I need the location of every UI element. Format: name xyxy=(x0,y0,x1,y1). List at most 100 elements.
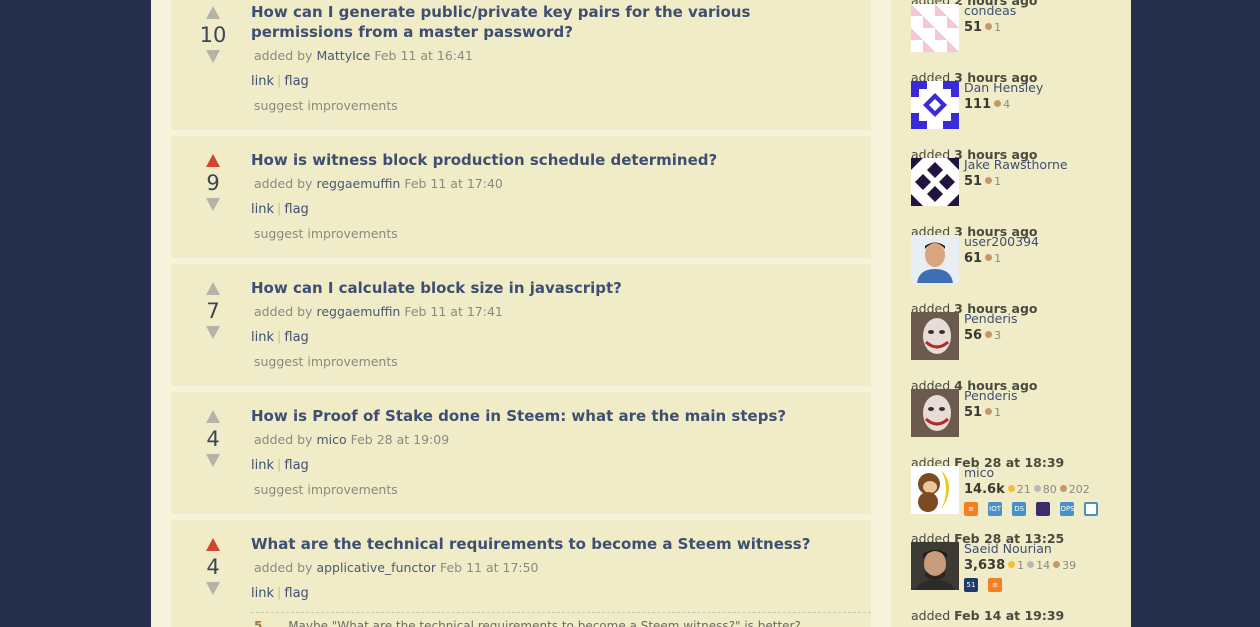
reputation: 51 1 xyxy=(964,20,1002,35)
upvote-arrow-icon[interactable] xyxy=(206,538,220,551)
link-action[interactable]: link xyxy=(251,586,274,601)
bronze-badge-icon xyxy=(985,254,993,261)
link-action[interactable]: link xyxy=(251,202,274,217)
question-title[interactable]: How is witness block production schedule… xyxy=(251,150,851,170)
identicon-avatar xyxy=(911,4,959,52)
avatar[interactable] xyxy=(911,235,959,283)
user-name[interactable]: Penderis xyxy=(964,388,1017,403)
action-links: link | flag xyxy=(251,202,309,217)
user-name[interactable]: condeas xyxy=(964,3,1016,18)
ds-site-icon[interactable]: DS xyxy=(1012,501,1027,516)
downvote-arrow-icon[interactable] xyxy=(206,326,220,339)
link-action[interactable]: link xyxy=(251,330,274,345)
question-card: 7 How can I calculate block size in java… xyxy=(171,264,871,386)
vote-count: 4 xyxy=(206,427,220,451)
user-name[interactable]: Saeid Nourian xyxy=(964,541,1052,556)
chat-bubble-icon[interactable] xyxy=(1084,501,1099,516)
stackoverflow-icon[interactable]: ≡ xyxy=(964,501,978,516)
sidebar-entry: added 3 hours ago Dan Hensley 111 4 xyxy=(911,70,1111,129)
reputation: 51 1 xyxy=(964,174,1002,189)
downvote-arrow-icon[interactable] xyxy=(206,198,220,211)
suggest-improvements-link[interactable]: suggest improvements xyxy=(254,482,398,497)
user-photo-avatar xyxy=(911,235,959,283)
flag-action[interactable]: flag xyxy=(284,330,308,345)
identicon-avatar xyxy=(911,158,959,206)
user-name[interactable]: Jake Rawsthorne xyxy=(964,157,1068,172)
reputation: 14.6k 21 80 202 xyxy=(964,482,1090,497)
user-name[interactable]: user200394 xyxy=(964,234,1039,249)
upvote-arrow-icon[interactable] xyxy=(206,6,220,19)
question-card: 4 What are the technical requirements to… xyxy=(171,520,871,627)
purple-site-icon[interactable] xyxy=(1036,501,1051,516)
author-link[interactable]: mico xyxy=(316,432,346,447)
avatar[interactable] xyxy=(911,158,959,206)
avatar[interactable] xyxy=(911,389,959,437)
action-links: link | flag xyxy=(251,330,309,345)
timestamp: Feb 11 at 17:40 xyxy=(404,176,503,191)
flag-action[interactable]: flag xyxy=(284,458,308,473)
vote-cell: 4 xyxy=(197,410,229,467)
sidebar-entry: added Feb 28 at 13:25 Saeid Nourian 3,63… xyxy=(911,531,1111,592)
added-line: added Feb 14 at 19:39 xyxy=(911,608,1065,623)
vote-count: 10 xyxy=(199,23,227,47)
added-by-label: added by xyxy=(254,560,313,575)
comment-score: 5 xyxy=(254,619,263,627)
question-title[interactable]: How can I calculate block size in javasc… xyxy=(251,278,851,298)
question-card: 4 How is Proof of Stake done in Steem: w… xyxy=(171,392,871,514)
downvote-arrow-icon[interactable] xyxy=(206,582,220,595)
suggest-improvements-link[interactable]: suggest improvements xyxy=(254,226,398,241)
link-action[interactable]: link xyxy=(251,74,274,89)
user-name[interactable]: Dan Hensley xyxy=(964,80,1043,95)
downvote-arrow-icon[interactable] xyxy=(206,454,220,467)
gold-badge-icon xyxy=(1008,561,1016,568)
action-links: link | flag xyxy=(251,74,309,89)
bronze-badge-icon xyxy=(994,100,1002,107)
user-name[interactable]: mico xyxy=(964,465,994,480)
area51-site-icon[interactable]: 51 xyxy=(964,577,978,592)
upvote-arrow-icon[interactable] xyxy=(206,154,220,167)
bronze-badge-icon xyxy=(985,331,993,338)
author-link[interactable]: reggaemuffin xyxy=(316,176,400,191)
sidebar-entry: added Feb 14 at 19:39 xyxy=(911,608,1111,623)
user-name[interactable]: Penderis xyxy=(964,311,1017,326)
question-title[interactable]: What are the technical requirements to b… xyxy=(251,534,851,554)
sidebar-entry: added 3 hours ago user200394 61 1 xyxy=(911,224,1111,283)
avatar[interactable] xyxy=(911,542,959,590)
user-photo-avatar xyxy=(911,542,959,590)
upvote-arrow-icon[interactable] xyxy=(206,410,220,423)
timestamp: Feb 11 at 17:50 xyxy=(439,560,539,575)
reputation: 3,638 1 14 39 xyxy=(964,558,1077,573)
upvote-arrow-icon[interactable] xyxy=(206,282,220,295)
avatar[interactable] xyxy=(911,312,959,360)
link-action[interactable]: link xyxy=(251,458,274,473)
author-link[interactable]: reggaemuffin xyxy=(316,304,400,319)
flag-action[interactable]: flag xyxy=(284,202,308,217)
question-meta: added by reggaemuffin Feb 11 at 17:40 xyxy=(254,176,503,191)
flag-action[interactable]: flag xyxy=(284,586,308,601)
downvote-arrow-icon[interactable] xyxy=(206,50,220,63)
added-by-label: added by xyxy=(254,48,313,63)
suggest-improvements-link[interactable]: suggest improvements xyxy=(254,98,398,113)
vote-cell: 7 xyxy=(197,282,229,339)
suggest-improvements-link[interactable]: suggest improvements xyxy=(254,354,398,369)
sidebar-entry: added 3 hours ago Penderis 56 3 xyxy=(911,301,1111,360)
action-links: link | flag xyxy=(251,458,309,473)
ops-site-icon[interactable]: OPS xyxy=(1060,501,1075,516)
question-meta: added by MattyIce Feb 11 at 16:41 xyxy=(254,48,473,63)
flag-action[interactable]: flag xyxy=(284,74,308,89)
reputation: 56 3 xyxy=(964,328,1002,343)
author-link[interactable]: applicative_functor xyxy=(316,560,436,575)
author-link[interactable]: MattyIce xyxy=(316,48,370,63)
user-photo-avatar xyxy=(911,389,959,437)
iot-site-icon[interactable]: IOT xyxy=(988,501,1003,516)
avatar[interactable] xyxy=(911,4,959,52)
question-meta: added by applicative_functor Feb 11 at 1… xyxy=(254,560,539,575)
stackoverflow-icon[interactable]: ≡ xyxy=(988,577,1003,592)
question-title[interactable]: How can I generate public/private key pa… xyxy=(251,2,851,42)
added-by-label: added by xyxy=(254,432,313,447)
avatar[interactable] xyxy=(911,81,959,129)
identicon-avatar xyxy=(911,81,959,129)
added-by-label: added by xyxy=(254,304,313,319)
question-title[interactable]: How is Proof of Stake done in Steem: wha… xyxy=(251,406,851,426)
avatar[interactable] xyxy=(911,466,959,514)
